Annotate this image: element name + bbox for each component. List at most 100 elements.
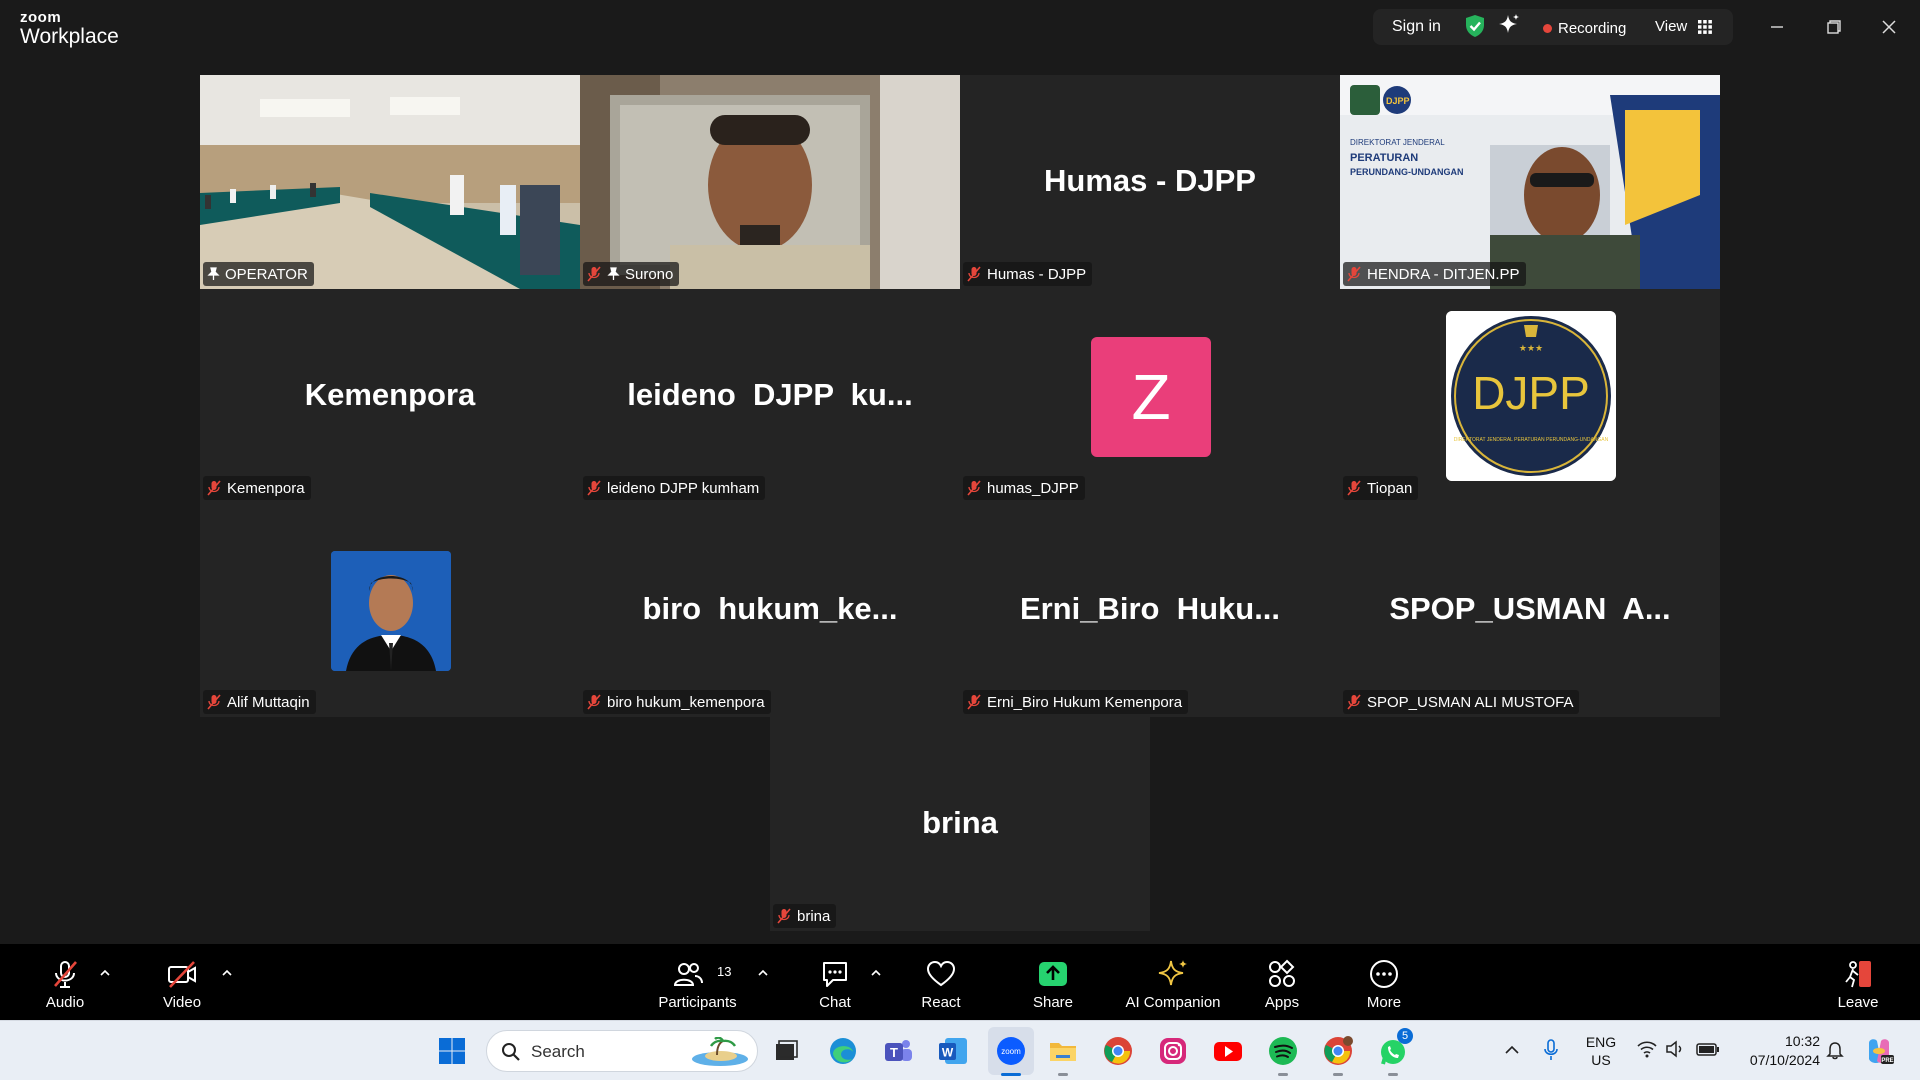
show-hidden-icons-icon[interactable] (1504, 1043, 1520, 1057)
close-icon[interactable] (1874, 12, 1904, 42)
video-gallery: OPERATOR Surono Humas - DJPP Humas - DJP… (200, 75, 1721, 931)
active-app-indicator (1001, 1073, 1021, 1076)
file-explorer-icon[interactable] (1047, 1035, 1079, 1067)
instagram-icon[interactable] (1157, 1035, 1189, 1067)
notification-bell-icon[interactable] (1826, 1040, 1844, 1060)
video-tile-kemenpora[interactable]: Kemenpora Kemenpora (200, 289, 580, 503)
muted-mic-icon (587, 480, 601, 496)
audio-options-caret-icon[interactable] (99, 968, 111, 978)
react-label: React (921, 994, 961, 1011)
language-code: ENG (1585, 1034, 1617, 1050)
participant-name: Kemenpora (227, 479, 305, 497)
leave-label: Leave (1837, 994, 1879, 1011)
banner-line-1: DJPP (1386, 96, 1410, 106)
heart-icon (926, 960, 956, 987)
minimize-icon[interactable] (1762, 12, 1792, 42)
svg-text:zoom: zoom (1001, 1047, 1021, 1056)
apps-button[interactable]: Apps (1247, 944, 1317, 1020)
muted-mic-icon (587, 266, 601, 282)
more-button[interactable]: More (1349, 944, 1419, 1020)
participant-name: Humas - DJPP (987, 265, 1087, 283)
brand-title: Workplace (20, 25, 119, 48)
chat-options-caret-icon[interactable] (870, 968, 882, 978)
microphone-icon[interactable] (1542, 1038, 1560, 1062)
video-tile-spop-usman[interactable]: SPOP_USMAN A... SPOP_USMAN ALI MUSTOFA (1340, 503, 1720, 717)
video-tile-biro-hukum[interactable]: biro hukum_ke... biro hukum_kemenpora (580, 503, 960, 717)
share-screen-icon (1039, 962, 1067, 986)
chat-button[interactable]: Chat (800, 944, 870, 1020)
muted-mic-icon (587, 694, 601, 710)
windows-taskbar: Search T W zoom 5 ENG US 10:32 07/10/202… (0, 1020, 1920, 1080)
wifi-icon[interactable] (1637, 1040, 1657, 1058)
audio-button[interactable]: Audio (30, 944, 100, 1020)
spotify-icon[interactable] (1267, 1035, 1299, 1067)
participant-label: SPOP_USMAN ALI MUSTOFA (1343, 690, 1580, 714)
apps-label: Apps (1264, 994, 1300, 1011)
meeting-room-video (200, 75, 580, 289)
participant-label: HENDRA - DITJEN.PP (1343, 262, 1526, 286)
participant-display-name: leideno DJPP ku... (627, 377, 913, 412)
zoom-icon[interactable]: zoom (995, 1035, 1027, 1067)
video-tile-leideno[interactable]: leideno DJPP ku... leideno DJPP kumham (580, 289, 960, 503)
teams-icon[interactable]: T (882, 1035, 914, 1067)
svg-text:PRE: PRE (1881, 1058, 1893, 1064)
video-tile-operator[interactable]: OPERATOR (200, 75, 580, 289)
more-icon (1370, 960, 1398, 988)
video-options-caret-icon[interactable] (221, 968, 233, 978)
whatsapp-badge: 5 (1397, 1028, 1413, 1044)
search-icon (502, 1043, 520, 1061)
participant-label: Alif Muttaqin (203, 690, 316, 714)
participant-label: Kemenpora (203, 476, 311, 500)
sign-in-button[interactable]: Sign in (1392, 18, 1441, 36)
youtube-icon[interactable] (1212, 1035, 1244, 1067)
camera-off-icon (168, 961, 196, 988)
language-indicator[interactable]: ENG US (1580, 1033, 1622, 1069)
video-tile-humas-djpp-2[interactable]: Z humas_DJPP (960, 289, 1340, 503)
logo-text: DJPP (1472, 367, 1590, 419)
video-tile-surono[interactable]: Surono (580, 75, 960, 289)
muted-mic-icon (207, 694, 221, 710)
participant-name: OPERATOR (225, 265, 308, 283)
edge-icon[interactable] (827, 1035, 859, 1067)
ai-companion-button[interactable]: AI Companion (1117, 944, 1229, 1020)
video-button[interactable]: Video (147, 944, 217, 1020)
recording-indicator[interactable]: Recording (1558, 20, 1626, 37)
video-tile-brina[interactable]: brina brina (770, 717, 1150, 931)
svg-text:T: T (890, 1045, 898, 1060)
chrome-icon[interactable] (1102, 1035, 1134, 1067)
participant-label: Surono (583, 262, 680, 286)
recording-dot-icon (1543, 24, 1552, 33)
leave-button[interactable]: Leave (1823, 944, 1893, 1020)
participant-label: biro hukum_kemenpora (583, 690, 771, 714)
video-tile-hendra[interactable]: DIREKTORAT JENDERAL PERATURAN PERUNDANG-… (1340, 75, 1720, 289)
sparkle-icon[interactable] (1497, 13, 1521, 37)
word-icon[interactable]: W (937, 1035, 969, 1067)
app-indicator (1058, 1073, 1068, 1076)
video-tile-humas-djpp[interactable]: Humas - DJPP Humas - DJPP (960, 75, 1340, 289)
participants-button[interactable]: 13 Participants (650, 944, 745, 1020)
taskbar-search[interactable]: Search (486, 1030, 758, 1072)
react-button[interactable]: React (906, 944, 976, 1020)
copilot-icon[interactable]: PRE (1863, 1035, 1895, 1067)
battery-icon[interactable] (1696, 1040, 1720, 1058)
participant-video: DIREKTORAT JENDERAL PERATURAN PERUNDANG-… (1340, 75, 1720, 289)
participant-name: humas_DJPP (987, 479, 1079, 497)
view-button[interactable]: View (1655, 18, 1687, 35)
volume-icon[interactable] (1665, 1040, 1685, 1058)
participants-options-caret-icon[interactable] (757, 968, 769, 978)
share-button[interactable]: Share (1018, 944, 1088, 1020)
chrome-profile-icon[interactable] (1322, 1035, 1354, 1067)
participant-label: Erni_Biro Hukum Kemenpora (963, 690, 1189, 714)
shield-check-icon[interactable] (1464, 14, 1486, 38)
clock[interactable]: 10:32 07/10/2024 (1728, 1032, 1820, 1070)
restore-icon[interactable] (1818, 12, 1848, 42)
task-view-icon[interactable] (770, 1035, 802, 1067)
windows-start-icon[interactable] (436, 1035, 468, 1067)
grid-icon[interactable] (1698, 20, 1712, 34)
video-tile-alif[interactable]: Alif Muttaqin (200, 503, 580, 717)
video-tile-tiopan[interactable]: ★★★ DJPP DIREKTORAT JENDERAL PERATURAN P… (1340, 289, 1720, 503)
share-label: Share (1032, 994, 1074, 1011)
banner-line-4: PERUNDANG-UNDANGAN (1350, 167, 1464, 177)
video-tile-erni[interactable]: Erni_Biro Huku... Erni_Biro Hukum Kemenp… (960, 503, 1340, 717)
participant-display-name: Kemenpora (304, 377, 476, 412)
